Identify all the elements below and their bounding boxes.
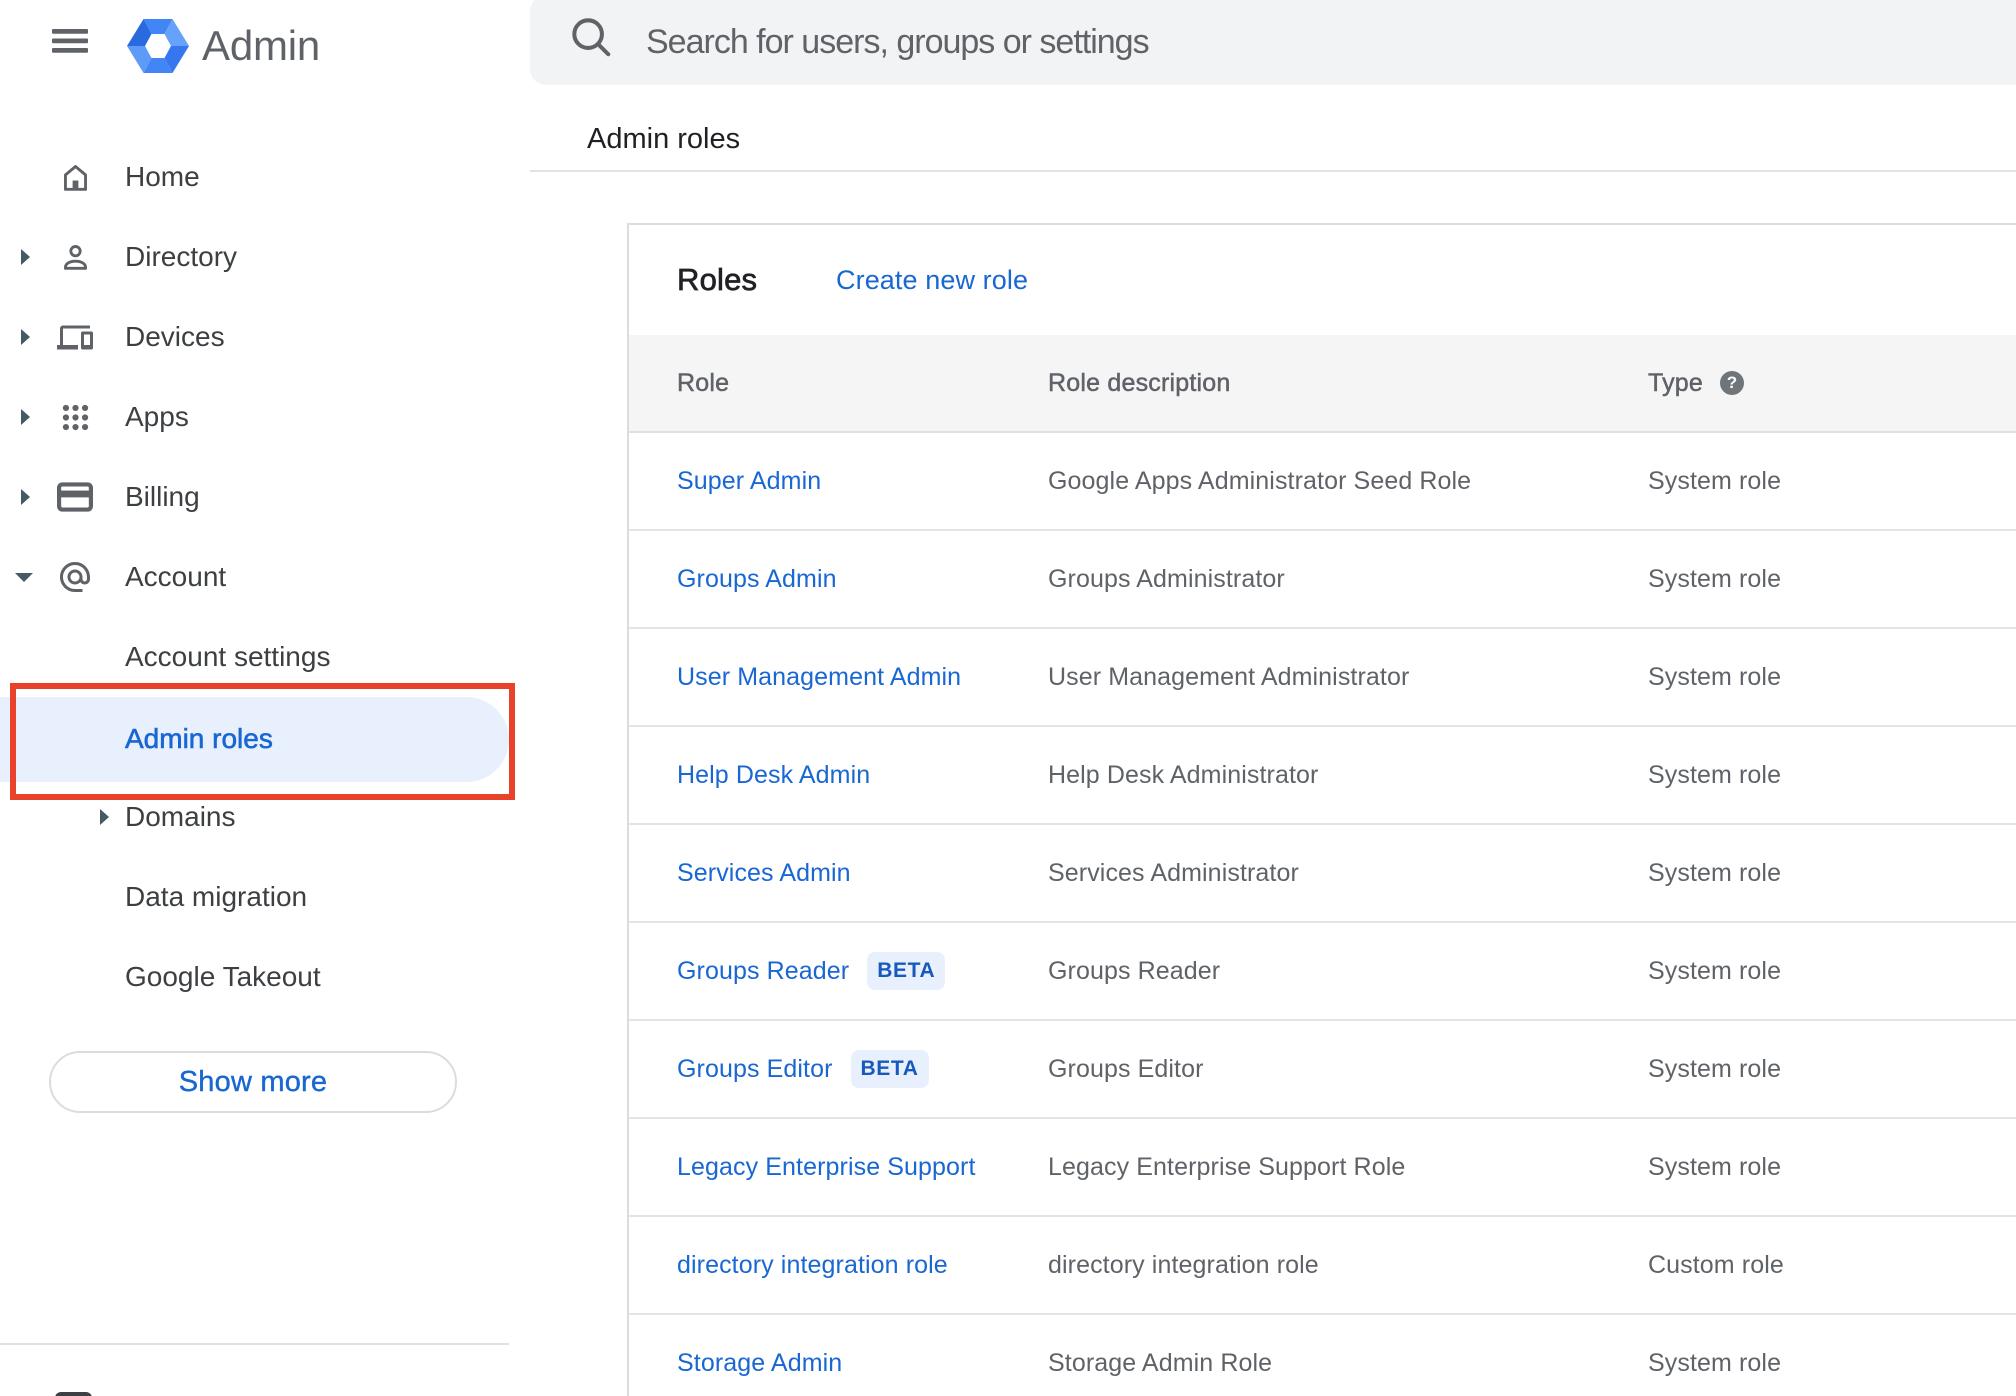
beta-badge: BETA [867,952,946,990]
role-description: Services Administrator [1048,858,1299,887]
role-type: System role [1648,1054,1782,1083]
chevron-right-icon [21,377,30,457]
role-description: Storage Admin Role [1048,1348,1273,1377]
role-type: System role [1648,956,1782,985]
sidebar-item-account[interactable]: Account [0,537,516,617]
column-header-role-description: Role description [1048,368,1231,397]
role-type: System role [1648,760,1782,789]
sidebar-item-domains[interactable]: Domains [0,777,516,857]
table-row: Legacy Enterprise Support Legacy Enterpr… [629,1119,2016,1217]
roles-table-body: Super Admin Google Apps Administrator Se… [629,433,2016,1396]
home-icon [57,137,93,217]
sidebar-item-devices[interactable]: Devices [0,297,516,377]
page-title: Admin roles [587,123,741,155]
sidebar-item-google-takeout[interactable]: Google Takeout [0,937,516,1017]
column-header-type: Type ? [1648,368,1744,398]
table-row: Groups Admin Groups Administrator System… [629,531,2016,629]
sidebar-item-billing[interactable]: Billing [0,457,516,537]
at-icon [57,537,93,617]
show-more-button[interactable]: Show more [49,1051,457,1113]
sidebar-item-home[interactable]: Home [0,137,516,217]
column-header-role: Role [677,368,730,397]
sidebar-item-admin-roles[interactable]: Admin roles [0,699,516,779]
sidebar-item-account-settings[interactable]: Account settings [0,617,516,697]
roles-card-header: Roles Create new role [629,225,2016,335]
role-link[interactable]: Help Desk Admin [677,761,870,790]
roles-card: Roles Create new role Role Role descript… [627,223,2016,1396]
sidebar: Admin Home Directory Devices Apps Billin… [0,0,530,1396]
role-type: System role [1648,466,1782,495]
role-link[interactable]: User Management Admin [677,663,961,692]
billing-icon [57,457,93,537]
role-description: Help Desk Administrator [1048,760,1319,789]
apps-icon [57,377,93,457]
feedback-icon [55,1392,92,1396]
sidebar-item-label: Billing [125,481,200,512]
table-row: Super Admin Google Apps Administrator Se… [629,433,2016,531]
sidebar-item-label: Google Takeout [125,961,321,992]
sidebar-item-data-migration[interactable]: Data migration [0,857,516,937]
sidebar-item-label: Directory [125,241,238,272]
role-link[interactable]: Groups Admin [677,565,837,594]
role-description: Groups Editor [1048,1054,1204,1083]
sidebar-item-label: Data migration [125,881,308,912]
role-link[interactable]: Groups Editor [677,1055,833,1084]
sidebar-divider [0,1343,509,1345]
sidebar-item-label: Apps [125,401,189,432]
sidebar-item-label: Home [125,161,200,192]
role-description: directory integration role [1048,1250,1319,1279]
table-row: Services Admin Services Administrator Sy… [629,825,2016,923]
role-type: System role [1648,1348,1782,1377]
person-icon [57,217,93,297]
role-description: User Management Administrator [1048,662,1410,691]
sidebar-item-directory[interactable]: Directory [0,217,516,297]
beta-badge: BETA [850,1050,929,1088]
product-name: Admin [202,22,321,69]
role-type: System role [1648,1152,1782,1181]
role-type: System role [1648,564,1782,593]
chevron-right-icon [21,297,30,377]
chevron-right-icon [21,217,30,297]
search-input[interactable] [530,0,2016,85]
role-type: System role [1648,858,1782,887]
chevron-right-icon [100,777,109,857]
sidebar-item-label: Admin roles [125,723,273,755]
sidebar-item-label: Account [125,561,227,592]
search-bar [530,0,2016,85]
table-row: Groups Editor BETA Groups Editor System … [629,1021,2016,1119]
role-description: Legacy Enterprise Support Role [1048,1152,1406,1181]
sidebar-item-apps[interactable]: Apps [0,377,516,457]
admin-console: Admin Home Directory Devices Apps Billin… [0,0,2016,1396]
role-type: Custom role [1648,1250,1784,1279]
admin-logo-icon[interactable] [127,19,189,73]
menu-icon[interactable] [52,29,88,54]
role-link[interactable]: Services Admin [677,859,851,888]
title-divider [530,170,2016,172]
role-link[interactable]: Storage Admin [677,1349,842,1378]
roles-card-title: Roles [677,262,758,298]
table-row: Groups Reader BETA Groups Reader System … [629,923,2016,1021]
devices-icon [57,297,93,377]
role-description: Groups Administrator [1048,564,1285,593]
create-new-role-link[interactable]: Create new role [836,225,1028,335]
role-link[interactable]: Super Admin [677,467,821,496]
table-row: directory integration role directory int… [629,1217,2016,1315]
table-row: Help Desk Admin Help Desk Administrator … [629,727,2016,825]
role-description: Groups Reader [1048,956,1221,985]
sidebar-item-label: Devices [125,321,225,352]
chevron-right-icon [21,457,30,537]
table-header-row: Role Role description Type ? [629,335,2016,433]
table-row: User Management Admin User Management Ad… [629,629,2016,727]
role-description: Google Apps Administrator Seed Role [1048,466,1472,495]
chevron-down-icon [15,537,33,617]
role-link[interactable]: Legacy Enterprise Support [677,1153,976,1182]
sidebar-item-label: Domains [125,801,236,832]
role-link[interactable]: Groups Reader [677,957,849,986]
help-icon[interactable]: ? [1720,371,1744,395]
sidebar-item-label: Account settings [125,641,331,672]
role-type: System role [1648,662,1782,691]
table-row: Storage Admin Storage Admin Role System … [629,1315,2016,1396]
role-link[interactable]: directory integration role [677,1251,948,1280]
